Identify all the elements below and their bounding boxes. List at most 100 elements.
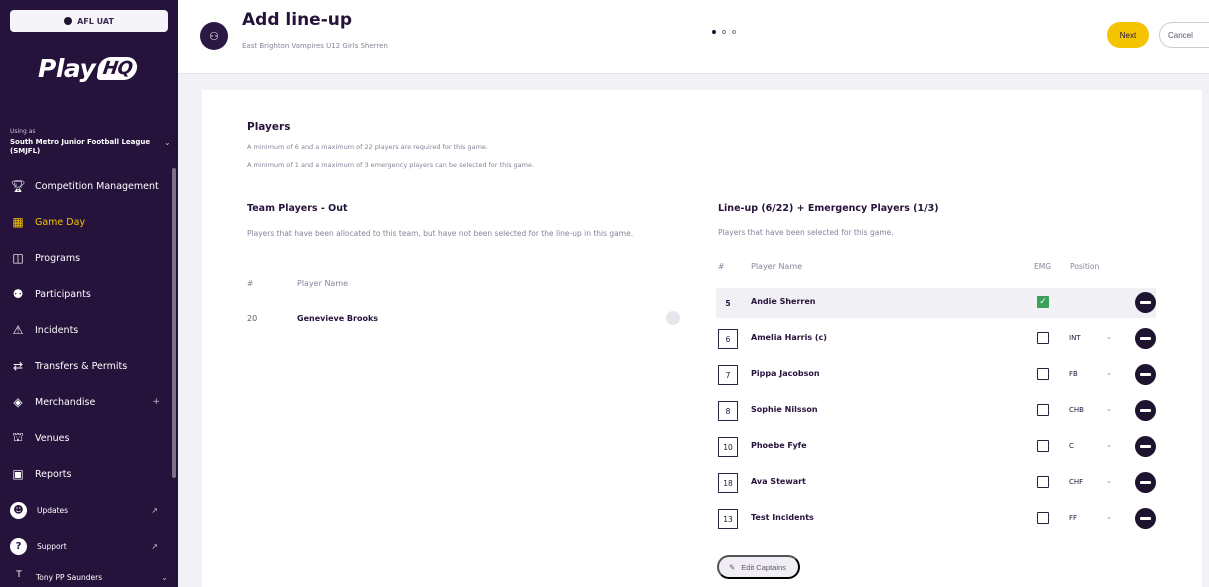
remove-player-icon[interactable] <box>1135 508 1156 529</box>
remove-player-icon[interactable] <box>1135 364 1156 385</box>
sidebar-item-support[interactable]: ? Support ↗ <box>0 528 170 564</box>
team-players-out-heading: Team Players - Out <box>247 203 348 214</box>
remove-player-icon[interactable] <box>1135 436 1156 457</box>
next-button[interactable]: Next <box>1107 22 1149 48</box>
player-number-input[interactable]: 13 <box>718 509 738 529</box>
sidebar-item-label: Merchandise <box>35 396 96 408</box>
chevron-down-icon[interactable]: ⌄ <box>164 138 171 147</box>
chevron-down-icon: ⌄ <box>161 572 168 582</box>
table-row[interactable]: 10 Phoebe Fyfe C ⌄ <box>716 432 1156 462</box>
emg-checkbox[interactable] <box>1037 512 1049 524</box>
table-row[interactable]: 8 Sophie Nilsson CHB ⌄ <box>716 396 1156 426</box>
player-name: Test Incidents <box>751 513 814 522</box>
column-header-emg: EMG <box>1034 262 1052 271</box>
remove-player-icon[interactable] <box>1135 400 1156 421</box>
sidebar-item-merchandise[interactable]: ◈ Merchandise + <box>0 384 170 420</box>
sidebar-item-programs[interactable]: ◫ Programs <box>0 240 170 276</box>
sidebar-item-label: Venues <box>35 432 70 444</box>
page-title: Add line-up <box>242 10 353 30</box>
sidebar-item-game-day[interactable]: ▦ Game Day <box>0 204 170 240</box>
sidebar-scrollbar[interactable] <box>172 168 176 478</box>
player-number-input[interactable]: 6 <box>718 329 738 349</box>
player-name: Sophie Nilsson <box>751 405 818 414</box>
lineup-heading: Line-up (6/22) + Emergency Players (1/3) <box>718 203 939 214</box>
sidebar-nav: 🏆︎ Competition Management ▦ Game Day ◫ P… <box>0 168 170 564</box>
merchandise-icon: ◈ <box>13 395 23 409</box>
column-header-player-name: Player Name <box>751 262 803 271</box>
emg-checkbox[interactable] <box>1037 332 1049 344</box>
participants-icon: ⚉ <box>12 287 24 301</box>
sidebar-item-venues[interactable]: ⛫ Venues <box>0 420 170 456</box>
plus-icon: + <box>152 397 160 407</box>
column-header-number: # <box>247 279 254 288</box>
position-select[interactable]: FB <box>1069 370 1078 378</box>
page-subtitle: East Brighton Vampires U12 Girls Sherren <box>242 42 388 50</box>
organisation-switcher[interactable]: Using as South Metro Junior Football Lea… <box>10 128 160 156</box>
playhq-logo[interactable]: Play HQ <box>38 54 140 83</box>
sidebar-item-label: Competition Management <box>35 180 159 192</box>
table-row[interactable]: 5 Andie Sherren ✓ <box>716 288 1156 318</box>
column-header-number: # <box>718 262 725 271</box>
page-header: ⚇ Add line-up East Brighton Vampires U12… <box>178 0 1209 74</box>
cancel-button[interactable]: Cancel <box>1159 22 1209 48</box>
emg-checkbox[interactable]: ✓ <box>1037 296 1049 308</box>
organisation-caption: Using as <box>10 128 36 135</box>
move-handle-icon[interactable] <box>666 311 680 325</box>
edit-captains-label: Edit Captains <box>741 562 786 572</box>
remove-player-icon[interactable] <box>1135 292 1156 313</box>
position-select[interactable]: FF <box>1069 514 1077 522</box>
player-name: Andie Sherren <box>751 297 816 306</box>
table-row[interactable]: 18 Ava Stewart CHF ⌄ <box>716 468 1156 498</box>
table-row[interactable]: 13 Test Incidents FF ⌄ <box>716 504 1156 534</box>
position-select[interactable]: CHF <box>1069 478 1083 486</box>
emg-checkbox[interactable] <box>1037 476 1049 488</box>
position-select[interactable]: CHB <box>1069 406 1084 414</box>
lineup-icon: ⚇ <box>200 22 228 50</box>
sidebar-item-updates[interactable]: ☻ Updates ↗ <box>0 492 170 528</box>
sidebar-item-reports[interactable]: ▣ Reports <box>0 456 170 492</box>
sidebar-item-label: Incidents <box>35 324 79 336</box>
emergency-requirement-note: A minimum of 1 and a maximum of 3 emerge… <box>247 161 535 169</box>
game-day-icon: ▦ <box>12 215 24 229</box>
column-header-player-name: Player Name <box>297 279 349 288</box>
chevron-down-icon: ⌄ <box>1106 441 1112 449</box>
player-number-input[interactable]: 7 <box>718 365 738 385</box>
remove-player-icon[interactable] <box>1135 472 1156 493</box>
environment-badge: AFL UAT <box>10 10 168 32</box>
chevron-down-icon: ⌄ <box>1106 477 1112 485</box>
emg-checkbox[interactable] <box>1037 368 1049 380</box>
column-header-position: Position <box>1070 262 1100 271</box>
edit-captains-button[interactable]: ✎ Edit Captains <box>717 555 800 579</box>
sidebar-item-incidents[interactable]: ⚠ Incidents <box>0 312 170 348</box>
player-number: 5 <box>725 298 731 308</box>
player-number-input[interactable]: 10 <box>718 437 738 457</box>
updates-icon: ☻ <box>10 501 27 519</box>
step-indicator <box>712 30 736 34</box>
player-number-input[interactable]: 18 <box>718 473 738 493</box>
sidebar-item-transfers-permits[interactable]: ⇄ Transfers & Permits <box>0 348 170 384</box>
user-name: Tony PP Saunders <box>36 572 103 582</box>
logo-text: Play <box>38 54 96 83</box>
player-name: Phoebe Fyfe <box>751 441 807 450</box>
player-name: Amelia Harris (c) <box>751 333 827 342</box>
emg-checkbox[interactable] <box>1037 404 1049 416</box>
sidebar-item-competition-management[interactable]: 🏆︎ Competition Management <box>0 168 170 204</box>
sidebar-item-participants[interactable]: ⚉ Participants <box>0 276 170 312</box>
user-menu[interactable]: T Tony PP Saunders ⌄ <box>0 567 178 587</box>
chevron-down-icon: ⌄ <box>1106 405 1112 413</box>
table-row[interactable]: 20 Genevieve Brooks <box>247 305 667 331</box>
player-number-input[interactable]: 8 <box>718 401 738 421</box>
position-select[interactable]: C <box>1069 442 1074 450</box>
table-row[interactable]: 7 Pippa Jacobson FB ⌄ <box>716 360 1156 390</box>
venues-icon: ⛫ <box>12 430 24 444</box>
sidebar: AFL UAT Play HQ Using as South Metro Jun… <box>0 0 178 587</box>
logo-hq: HQ <box>96 57 140 80</box>
position-select[interactable]: INT <box>1069 334 1081 342</box>
remove-player-icon[interactable] <box>1135 328 1156 349</box>
emg-checkbox[interactable] <box>1037 440 1049 452</box>
table-row[interactable]: 6 Amelia Harris (c) INT ⌄ <box>716 324 1156 354</box>
sidebar-item-label: Reports <box>35 468 72 480</box>
chevron-down-icon: ⌄ <box>1106 333 1112 341</box>
lineup-card: Players A minimum of 6 and a maximum of … <box>202 90 1202 587</box>
sidebar-item-label: Support <box>37 541 67 551</box>
